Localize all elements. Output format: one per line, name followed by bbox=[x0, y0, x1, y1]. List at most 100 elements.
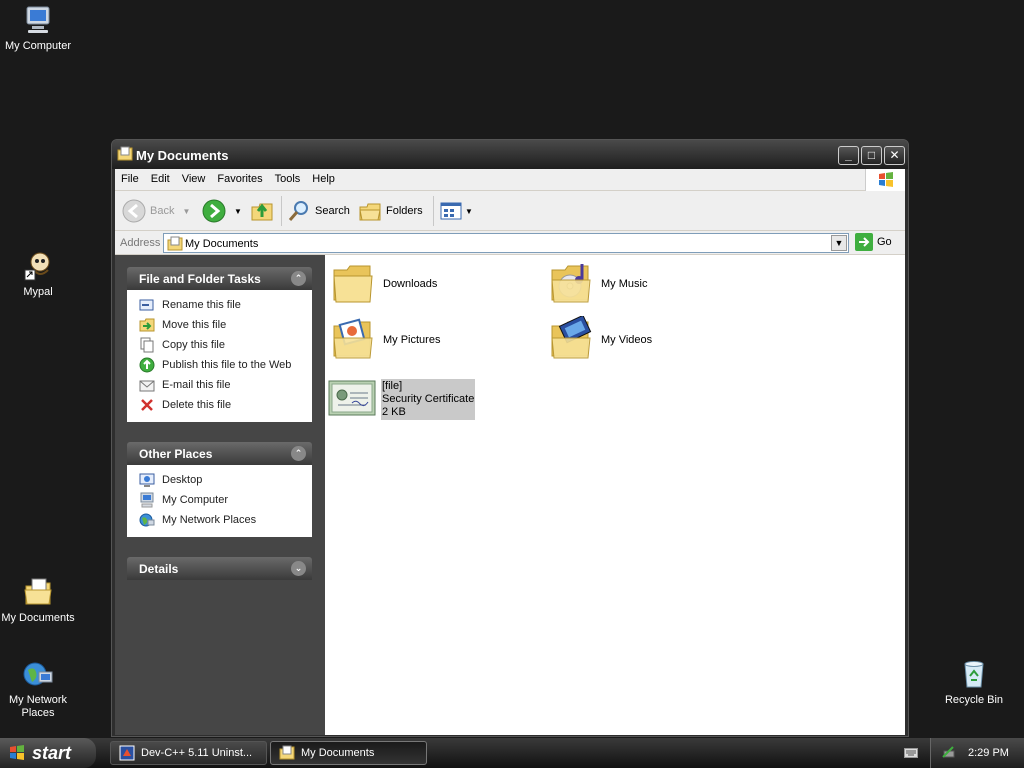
menu-edit[interactable]: Edit bbox=[145, 169, 176, 185]
search-button[interactable]: Search bbox=[287, 197, 350, 225]
desktop-icon-my-documents[interactable]: My Documents bbox=[0, 576, 78, 625]
task-pane: File and Folder Tasks ⌃ Rename this file… bbox=[115, 255, 325, 735]
folder-my-videos[interactable]: My Videos bbox=[548, 316, 652, 364]
up-folder-button[interactable] bbox=[250, 197, 274, 225]
folders-label: Folders bbox=[386, 205, 423, 217]
close-button[interactable]: ✕ bbox=[884, 146, 905, 165]
forward-button[interactable]: ▼ bbox=[202, 197, 242, 225]
recycle-bin-icon bbox=[964, 661, 984, 688]
folder-my-music[interactable]: My Music bbox=[548, 260, 647, 308]
menu-bar: File Edit View Favorites Tools Help bbox=[115, 169, 905, 191]
start-label: start bbox=[32, 742, 72, 763]
desktop-icon-my-computer[interactable]: My Computer bbox=[0, 4, 78, 53]
forward-dropdown-icon[interactable]: ▼ bbox=[234, 207, 242, 216]
safely-remove-hardware-icon[interactable] bbox=[941, 745, 957, 761]
taskbar-button-my-documents[interactable]: My Documents bbox=[270, 741, 427, 765]
back-label: Back bbox=[150, 205, 175, 217]
maximize-button[interactable]: □ bbox=[861, 146, 882, 165]
network-icon bbox=[139, 513, 155, 527]
file-certificate[interactable]: [file] Security Certificate 2 KB bbox=[328, 375, 476, 423]
forward-arrow-icon bbox=[202, 199, 226, 223]
desktop-icon-label: My Network Places bbox=[8, 694, 68, 719]
panel-header[interactable]: Other Places ⌃ bbox=[127, 442, 312, 465]
videos-folder-icon bbox=[551, 316, 592, 359]
folders-icon bbox=[359, 203, 381, 221]
panel-title: Other Places bbox=[139, 447, 213, 461]
music-folder-icon bbox=[551, 264, 591, 303]
menu-view[interactable]: View bbox=[176, 169, 212, 185]
file-name: My Music bbox=[601, 278, 648, 290]
file-view: Downloads My Music My Pictures My Videos… bbox=[325, 255, 905, 735]
desktop-icon-recycle-bin[interactable]: Recycle Bin bbox=[934, 658, 1014, 707]
title-bar[interactable]: My Documents _ □ ✕ bbox=[112, 140, 908, 169]
go-button[interactable]: Go bbox=[855, 233, 892, 251]
taskbar: start Dev-C++ 5.11 Uninst... My Document… bbox=[0, 738, 1024, 768]
back-dropdown-icon[interactable]: ▼ bbox=[182, 207, 190, 216]
search-icon bbox=[288, 201, 308, 221]
place-desktop[interactable]: Desktop bbox=[127, 470, 312, 490]
toolbar-separator bbox=[281, 196, 282, 226]
task-copy[interactable]: Copy this file bbox=[127, 335, 312, 355]
folder-my-pictures[interactable]: My Pictures bbox=[330, 316, 440, 364]
desktop-icon-mypal[interactable]: Mypal bbox=[0, 250, 78, 299]
task-rename[interactable]: Rename this file bbox=[127, 295, 312, 315]
desktop-icon-my-network-places[interactable]: My Network Places bbox=[0, 658, 78, 720]
keyboard-icon[interactable] bbox=[904, 747, 918, 759]
task-publish[interactable]: Publish this file to the Web bbox=[127, 355, 312, 375]
views-dropdown-icon: ▼ bbox=[465, 206, 473, 216]
address-label: Address bbox=[120, 237, 161, 249]
task-move[interactable]: Move this file bbox=[127, 315, 312, 335]
file-type: Security Certificate bbox=[382, 392, 475, 405]
other-places-panel: Other Places ⌃ Desktop My Computer My Ne… bbox=[127, 442, 312, 537]
taskbar-button-label: Dev-C++ 5.11 Uninst... bbox=[141, 747, 253, 759]
task-label: Publish this file to the Web bbox=[162, 359, 292, 371]
file-name: My Pictures bbox=[383, 334, 441, 346]
place-my-network-places[interactable]: My Network Places bbox=[127, 510, 312, 530]
task-label: Delete this file bbox=[162, 399, 232, 411]
folder-downloads[interactable]: Downloads bbox=[330, 260, 437, 308]
collapse-icon[interactable]: ⌃ bbox=[291, 446, 306, 461]
file-name: My Videos bbox=[601, 334, 653, 346]
address-dropdown-icon[interactable]: ▼ bbox=[831, 235, 847, 251]
go-arrow-icon bbox=[855, 233, 873, 251]
folder-icon bbox=[167, 236, 183, 251]
windows-logo bbox=[865, 169, 905, 191]
menu-favorites[interactable]: Favorites bbox=[211, 169, 268, 185]
panel-header[interactable]: Details ⌄ bbox=[127, 557, 312, 580]
move-icon bbox=[139, 318, 155, 332]
file-size: 2 KB bbox=[382, 405, 406, 418]
folder-icon bbox=[333, 265, 373, 303]
panel-header[interactable]: File and Folder Tasks ⌃ bbox=[127, 267, 312, 290]
views-button[interactable]: ▼ bbox=[439, 197, 473, 225]
menu-help[interactable]: Help bbox=[306, 169, 341, 185]
mypal-icon bbox=[24, 252, 50, 281]
copy-icon bbox=[140, 337, 154, 353]
details-panel: Details ⌄ bbox=[127, 557, 312, 580]
folder-icon bbox=[279, 745, 295, 760]
menu-file[interactable]: File bbox=[115, 169, 145, 185]
toolbar: Back ▼ ▼ Search Folders ▼ bbox=[115, 191, 905, 231]
views-icon bbox=[440, 202, 462, 220]
folders-button[interactable]: Folders bbox=[358, 197, 423, 225]
task-delete[interactable]: Delete this file bbox=[127, 395, 312, 415]
computer-icon bbox=[140, 492, 154, 508]
back-arrow-icon bbox=[122, 199, 146, 223]
place-my-computer[interactable]: My Computer bbox=[127, 490, 312, 510]
clock[interactable]: 2:29 PM bbox=[968, 747, 1009, 759]
minimize-button[interactable]: _ bbox=[838, 146, 859, 165]
collapse-icon[interactable]: ⌃ bbox=[291, 271, 306, 286]
go-label: Go bbox=[877, 236, 892, 248]
window-title: My Documents bbox=[136, 148, 229, 163]
back-button[interactable]: Back ▼ bbox=[122, 197, 190, 225]
start-button[interactable]: start bbox=[0, 738, 96, 768]
task-email[interactable]: E-mail this file bbox=[127, 375, 312, 395]
address-input[interactable]: My Documents ▼ bbox=[163, 233, 849, 253]
panel-body: Desktop My Computer My Network Places bbox=[127, 465, 312, 537]
taskbar-button-devcpp[interactable]: Dev-C++ 5.11 Uninst... bbox=[110, 741, 267, 765]
panel-body: Rename this file Move this file Copy thi… bbox=[127, 290, 312, 422]
task-label: Move this file bbox=[162, 319, 227, 331]
taskbar-button-label: My Documents bbox=[301, 747, 375, 759]
menu-tools[interactable]: Tools bbox=[269, 169, 307, 185]
task-label: E-mail this file bbox=[162, 379, 231, 391]
expand-icon[interactable]: ⌄ bbox=[291, 561, 306, 576]
